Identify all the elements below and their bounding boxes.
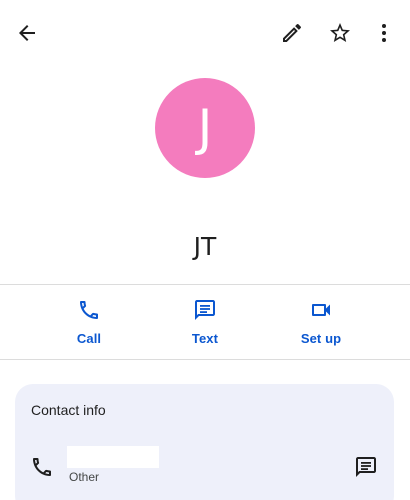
call-label: Call — [76, 331, 102, 346]
pencil-icon — [283, 23, 302, 42]
contact-info-title: Contact info — [31, 402, 106, 418]
avatar: J — [155, 78, 255, 178]
contact-name: JT — [193, 232, 217, 261]
star-outline-icon — [330, 23, 350, 42]
phone-type-label: Other — [69, 470, 100, 484]
more-vert-icon — [382, 24, 386, 42]
phone-icon — [29, 454, 55, 480]
video-icon — [308, 297, 334, 323]
contact-detail-screen: J JT Call Text Set up Contact info Other — [0, 0, 410, 500]
setup-label: Set up — [300, 331, 342, 346]
app-bar — [0, 0, 410, 66]
video-setup-button[interactable]: Set up — [276, 294, 366, 350]
contact-info-card: Contact info Other — [15, 384, 394, 500]
call-button[interactable]: Call — [44, 294, 134, 350]
favorite-button[interactable] — [320, 13, 360, 53]
phone-number[interactable] — [67, 446, 159, 468]
edit-button[interactable] — [272, 13, 312, 53]
text-label: Text — [191, 331, 219, 346]
divider — [0, 359, 410, 360]
arrow-back-icon — [19, 25, 35, 41]
send-message-button[interactable] — [351, 452, 381, 482]
back-button[interactable] — [7, 13, 47, 53]
divider — [0, 284, 410, 285]
avatar-initial: J — [197, 99, 213, 157]
text-button[interactable]: Text — [160, 294, 250, 350]
phone-icon — [76, 297, 102, 323]
more-options-button[interactable] — [364, 13, 404, 53]
message-icon — [356, 457, 376, 477]
message-icon — [192, 297, 218, 323]
